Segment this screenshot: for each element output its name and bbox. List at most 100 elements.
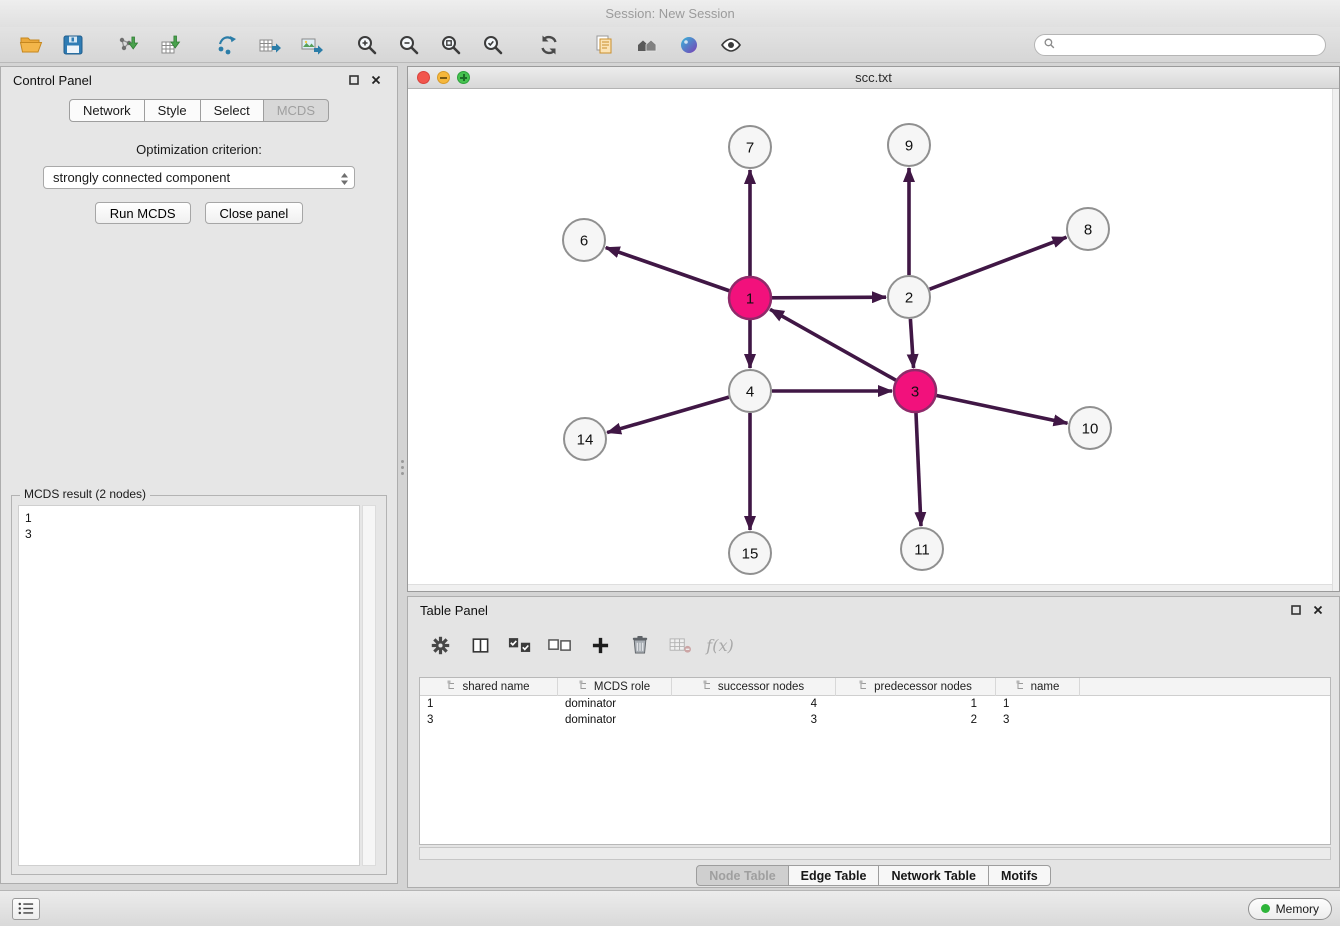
search-input[interactable] — [1034, 34, 1326, 56]
export-image-icon[interactable] — [290, 30, 332, 60]
network-window-title: scc.txt — [855, 70, 892, 85]
import-table-icon[interactable] — [150, 30, 192, 60]
table-cell[interactable]: 3 — [672, 712, 836, 728]
deselect-all-icon[interactable] — [542, 629, 578, 661]
window-close-icon[interactable] — [417, 71, 430, 84]
zoom-fit-icon[interactable] — [430, 30, 472, 60]
memory-button[interactable]: Memory — [1248, 898, 1332, 920]
network-window-titlebar[interactable]: scc.txt — [408, 67, 1339, 89]
control-panel-tab-mcds[interactable]: MCDS — [263, 99, 329, 122]
titlebar[interactable]: Session: New Session — [0, 0, 1340, 27]
import-network-icon[interactable] — [108, 30, 150, 60]
table-panel: Table Panel — [407, 596, 1340, 888]
memory-status-dot — [1261, 904, 1270, 913]
table-cell[interactable]: 1 — [996, 696, 1080, 712]
zoom-in-icon[interactable] — [346, 30, 388, 60]
share-network-icon[interactable] — [206, 30, 248, 60]
search-text-field[interactable] — [1061, 38, 1317, 52]
result-line: 1 — [25, 510, 353, 526]
column-header-successor-nodes[interactable]: successor nodes — [672, 678, 836, 696]
graph-edge-4-14[interactable] — [607, 397, 729, 432]
table-horizontal-scrollbar[interactable] — [419, 847, 1331, 860]
table-cell[interactable]: 4 — [672, 696, 836, 712]
table-cell[interactable]: 1 — [420, 696, 558, 712]
criterion-dropdown[interactable]: strongly connected component — [43, 166, 355, 189]
table-panel-header: Table Panel — [408, 597, 1339, 623]
graph-edge-3-10[interactable] — [937, 396, 1068, 424]
select-all-icon[interactable] — [502, 629, 538, 661]
graph-node-label: 1 — [746, 291, 754, 308]
control-panel-tab-style[interactable]: Style — [144, 99, 201, 122]
table-panel-title: Table Panel — [420, 603, 488, 618]
close-panel-icon[interactable] — [367, 72, 385, 88]
float-panel-icon[interactable] — [345, 72, 363, 88]
table-cell[interactable]: 1 — [836, 696, 996, 712]
zoom-out-icon[interactable] — [388, 30, 430, 60]
show-details-eye-icon[interactable] — [710, 30, 752, 60]
network-horizontal-scrollbar[interactable] — [408, 584, 1332, 591]
table-cell[interactable]: 3 — [420, 712, 558, 728]
gear-icon[interactable] — [422, 629, 458, 661]
table-body: 1dominator4113dominator323 — [420, 696, 1330, 728]
graph-node-label: 15 — [742, 546, 759, 563]
column-header-name[interactable]: name — [996, 678, 1080, 696]
table-tab-network-table[interactable]: Network Table — [878, 865, 989, 886]
column-header-predecessor-nodes[interactable]: predecessor nodes — [836, 678, 996, 696]
table-cell[interactable]: 3 — [996, 712, 1080, 728]
table-tab-edge-table[interactable]: Edge Table — [788, 865, 880, 886]
mcds-result-text[interactable]: 13 — [18, 505, 360, 866]
result-scrollbar[interactable] — [362, 505, 376, 866]
network-graph[interactable]: 7968124314101511 — [408, 89, 1339, 591]
add-column-icon[interactable] — [582, 629, 618, 661]
window-minimize-icon[interactable] — [437, 71, 450, 84]
save-icon[interactable] — [52, 30, 94, 60]
graph-edge-1-6[interactable] — [606, 248, 730, 291]
task-history-icon[interactable] — [12, 898, 40, 920]
network-vertical-scrollbar[interactable] — [1332, 89, 1339, 591]
export-table-icon[interactable] — [248, 30, 290, 60]
search-icon — [1043, 37, 1056, 53]
close-panel-button[interactable]: Close panel — [205, 202, 304, 224]
graph-edge-3-11[interactable] — [916, 413, 921, 526]
graph-edge-3-1[interactable] — [770, 309, 896, 380]
memory-button-label: Memory — [1276, 902, 1319, 916]
table-row[interactable]: 1dominator411 — [420, 696, 1330, 712]
control-panel-tab-network[interactable]: Network — [69, 99, 145, 122]
control-panel-tab-select[interactable]: Select — [200, 99, 264, 122]
main-toolbar — [0, 27, 1340, 63]
network-canvas[interactable]: 7968124314101511 — [408, 89, 1339, 591]
column-header-MCDS-role[interactable]: MCDS role — [558, 678, 672, 696]
zoom-selected-icon[interactable] — [472, 30, 514, 60]
window-zoom-icon[interactable] — [457, 71, 470, 84]
table-cell[interactable]: 2 — [836, 712, 996, 728]
column-header-shared-name[interactable]: shared name — [420, 678, 558, 696]
delete-table-icon-disabled — [662, 629, 698, 661]
run-mcds-button[interactable]: Run MCDS — [95, 202, 191, 224]
close-table-panel-icon[interactable] — [1309, 602, 1327, 618]
network-overview-icon[interactable] — [626, 30, 668, 60]
graph-edge-2-3[interactable] — [910, 319, 913, 368]
result-line: 3 — [25, 526, 353, 542]
table-tab-node-table[interactable]: Node Table — [696, 865, 788, 886]
graph-edge-1-2[interactable] — [772, 297, 886, 298]
graph-node-label: 2 — [905, 290, 913, 307]
copy-document-icon[interactable] — [584, 30, 626, 60]
graph-edge-2-8[interactable] — [930, 237, 1067, 289]
criterion-dropdown-value: strongly connected component — [53, 170, 230, 185]
refresh-icon[interactable] — [528, 30, 570, 60]
float-table-panel-icon[interactable] — [1287, 602, 1305, 618]
show-columns-icon[interactable] — [462, 629, 498, 661]
graph-node-label: 8 — [1084, 222, 1092, 239]
delete-column-icon[interactable] — [622, 629, 658, 661]
table-cell[interactable]: dominator — [558, 712, 672, 728]
table-cell[interactable]: dominator — [558, 696, 672, 712]
table-tab-motifs[interactable]: Motifs — [988, 865, 1051, 886]
open-folder-icon[interactable] — [10, 30, 52, 60]
control-panel: Control Panel NetworkStyleSelectMCDS Opt… — [0, 66, 398, 884]
control-panel-tabs: NetworkStyleSelectMCDS — [1, 99, 397, 122]
application-window: Session: New Session — [0, 0, 1340, 926]
style-icon[interactable] — [668, 30, 710, 60]
panel-splitter[interactable] — [398, 66, 407, 884]
mcds-result-groupbox: MCDS result (2 nodes) 13 — [11, 495, 387, 875]
table-row[interactable]: 3dominator323 — [420, 712, 1330, 728]
